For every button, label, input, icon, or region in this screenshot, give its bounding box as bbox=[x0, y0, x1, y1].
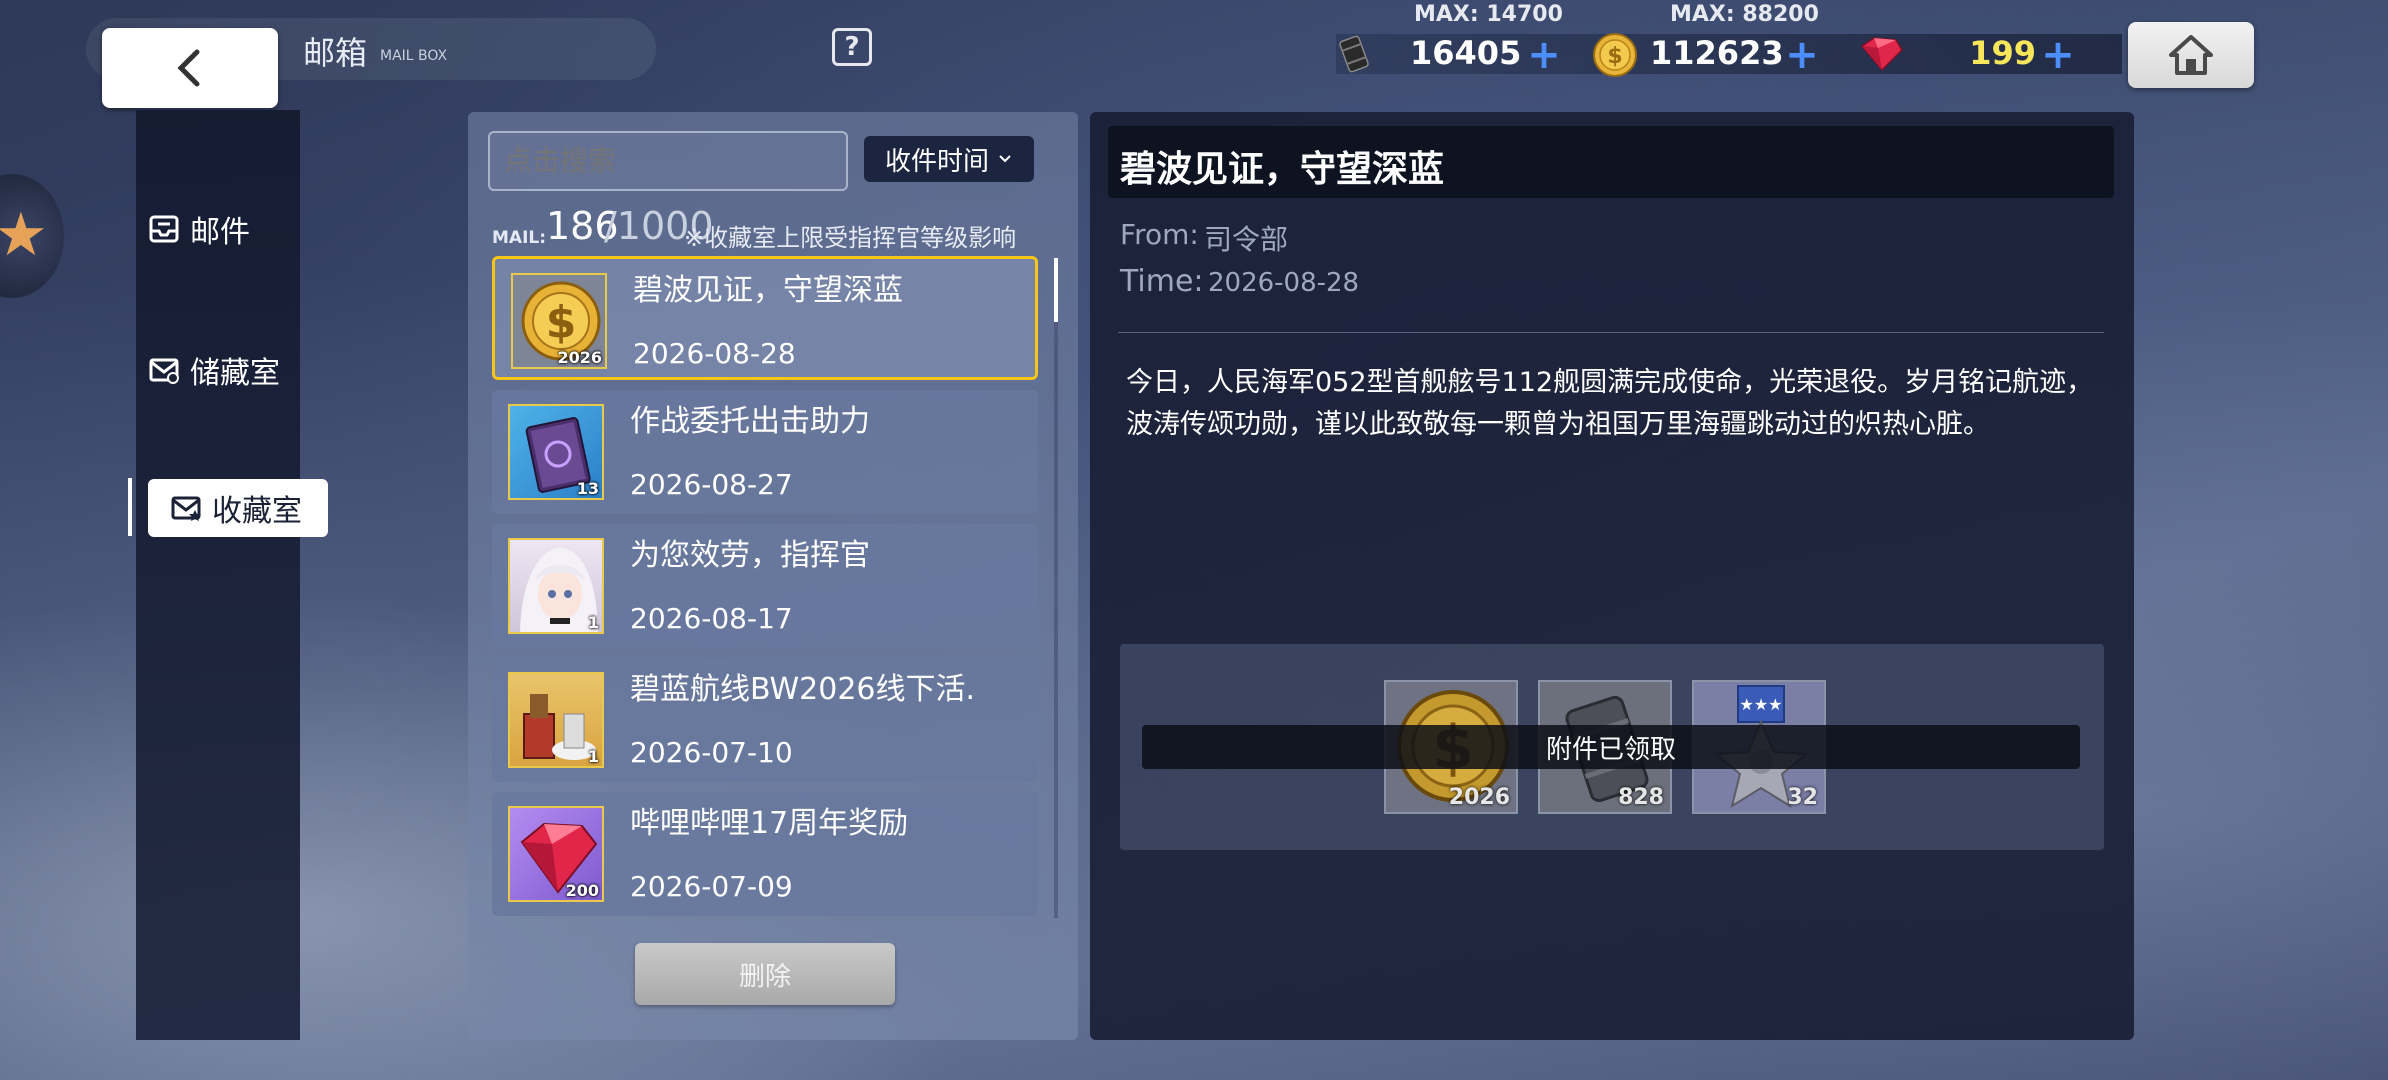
item-quantity: 32 bbox=[1787, 785, 1818, 810]
mail-capacity-note: ※收藏室上限受指挥官等级影响 bbox=[684, 224, 1017, 252]
mail-list-item[interactable]: 13 作战委托出击助力 2026-08-27 bbox=[492, 390, 1038, 514]
item-quantity: 1 bbox=[587, 747, 599, 766]
delete-button[interactable]: 删除 bbox=[635, 943, 895, 1005]
sidebar-item-label: 邮件 bbox=[190, 215, 250, 250]
sidebar-item-label: 收藏室 bbox=[212, 494, 302, 529]
sender: 司令部 bbox=[1204, 223, 1289, 256]
scrollbar-thumb[interactable] bbox=[1054, 258, 1058, 322]
scrollbar-track[interactable] bbox=[1054, 258, 1058, 918]
mail-title: 哔哩哔哩17周年奖励 bbox=[630, 806, 909, 841]
item-quantity: 1 bbox=[587, 613, 599, 632]
svg-text:$: $ bbox=[546, 297, 577, 348]
mail-body: 今日，人民海军052型首舰舷号112舰圆满完成使命，光荣退役。岁月铭记航迹，波涛… bbox=[1126, 367, 2094, 440]
page-title: 邮箱 bbox=[303, 34, 368, 72]
mail-favorite-icon bbox=[171, 496, 201, 521]
add-gems-button[interactable]: + bbox=[2040, 35, 2076, 75]
mail-list-item[interactable]: 1 为您效劳，指挥官 2026-08-17 bbox=[492, 524, 1038, 648]
item-quantity: 200 bbox=[565, 881, 599, 900]
ruby-gem-icon: 200 bbox=[508, 806, 604, 902]
svg-text:★★★: ★★★ bbox=[1739, 695, 1782, 714]
mail-title: 碧波见证，守望深蓝 bbox=[633, 273, 903, 308]
add-coins-button[interactable]: + bbox=[1784, 35, 1820, 75]
back-arrow-icon bbox=[177, 49, 200, 87]
item-quantity: 13 bbox=[576, 479, 599, 498]
svg-text:$: $ bbox=[1607, 44, 1622, 69]
gems-value: 199 bbox=[1969, 34, 2036, 72]
back-button[interactable] bbox=[102, 28, 278, 108]
time-label: Time: bbox=[1120, 264, 1204, 299]
home-button[interactable] bbox=[2128, 22, 2254, 88]
mail-date: 2026-07-09 bbox=[630, 870, 793, 903]
attachments-claimed-banner: 附件已领取 bbox=[1142, 725, 2080, 769]
page-subtitle: MAIL BOX bbox=[380, 48, 448, 64]
mail-date: 2026-07-10 bbox=[630, 736, 793, 769]
mail-title: 碧蓝航线BW2026线下活. bbox=[630, 672, 976, 707]
mail-storage-icon bbox=[149, 358, 179, 384]
active-indicator bbox=[128, 478, 132, 536]
oil-barrel-icon bbox=[1332, 32, 1376, 76]
furniture-icon: 1 bbox=[508, 672, 604, 768]
character-portrait-icon: 1 bbox=[508, 538, 604, 634]
sidebar-item-mail[interactable]: 邮件 bbox=[148, 207, 250, 251]
sort-label: 收件时间 bbox=[884, 146, 989, 177]
mail-inbox-icon bbox=[149, 215, 179, 243]
mail-date: 2026-08-27 bbox=[630, 468, 793, 501]
coins-value: 112623 bbox=[1650, 34, 1784, 72]
mail-date: 2026-08-28 bbox=[633, 337, 796, 370]
received-time: 2026-08-28 bbox=[1208, 268, 1360, 298]
item-quantity: 2026 bbox=[1448, 785, 1510, 810]
star-icon: ★ bbox=[0, 200, 48, 270]
sort-dropdown[interactable]: 收件时间 bbox=[864, 136, 1034, 182]
add-oil-button[interactable]: + bbox=[1526, 35, 1562, 75]
oil-max-label: MAX: 14700 bbox=[1414, 2, 1563, 27]
from-label: From: bbox=[1120, 218, 1199, 251]
item-quantity: 2026 bbox=[557, 348, 602, 367]
oil-value: 16405 bbox=[1410, 34, 1522, 72]
sidebar-item-storage[interactable]: 储藏室 bbox=[148, 348, 280, 392]
ruby-gem-icon bbox=[1856, 34, 1906, 74]
divider bbox=[1118, 332, 2104, 333]
mail-list-item[interactable]: 1 碧蓝航线BW2026线下活. 2026-07-10 bbox=[492, 658, 1038, 782]
mail-title: 作战委托出击助力 bbox=[630, 404, 870, 439]
help-icon[interactable]: ? bbox=[832, 28, 872, 66]
mail-title: 为您效劳，指挥官 bbox=[630, 538, 870, 573]
detail-title: 碧波见证，守望深蓝 bbox=[1120, 148, 1445, 190]
mail-count-label: MAIL: bbox=[492, 228, 547, 248]
mail-list-item[interactable]: 200 哔哩哔哩17周年奖励 2026-07-09 bbox=[492, 792, 1038, 916]
book-icon: 13 bbox=[508, 404, 604, 500]
chevron-down-icon bbox=[999, 155, 1011, 163]
gold-coin-icon: $ bbox=[1592, 32, 1638, 78]
item-quantity: 828 bbox=[1618, 785, 1664, 810]
gold-coin-icon: $ 2026 bbox=[511, 273, 607, 369]
coins-max-label: MAX: 88200 bbox=[1670, 2, 1819, 27]
sidebar-item-favorites[interactable]: 收藏室 bbox=[148, 479, 328, 537]
sidebar-item-label: 储藏室 bbox=[190, 356, 280, 391]
mail-date: 2026-08-17 bbox=[630, 602, 793, 635]
mail-list-item[interactable]: $ 2026 碧波见证，守望深蓝 2026-08-28 bbox=[492, 256, 1038, 380]
home-icon bbox=[2169, 35, 2213, 75]
search-input[interactable] bbox=[488, 131, 848, 191]
